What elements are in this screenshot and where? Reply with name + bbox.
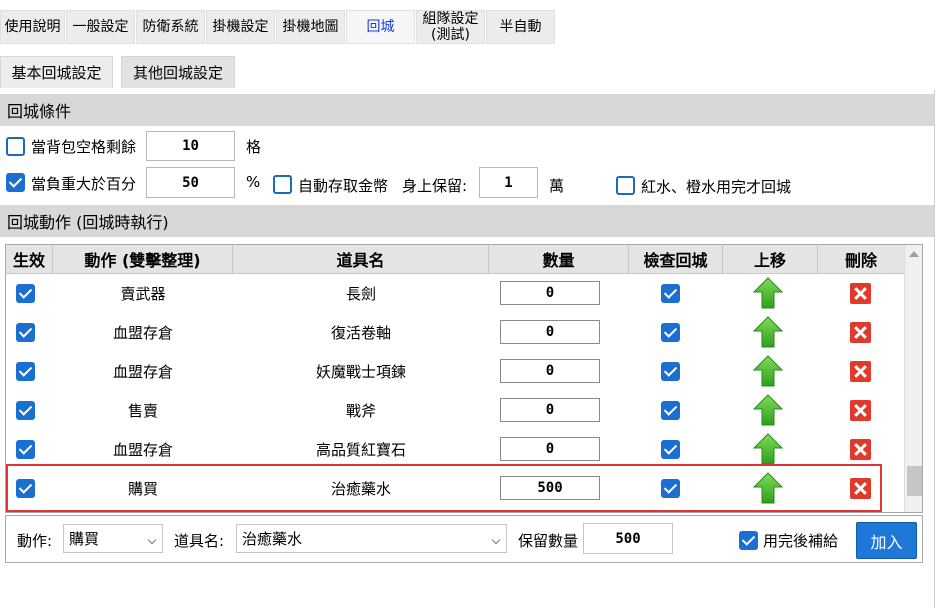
conditions-title: 回城條件 xyxy=(7,102,72,121)
auto-gold-checkbox[interactable] xyxy=(273,175,292,194)
bag-space-unit: 格 xyxy=(246,138,262,156)
actions-header: 回城動作 (回城時執行) xyxy=(0,205,934,237)
weight-checkbox[interactable] xyxy=(6,173,25,192)
move-up-arrow-icon[interactable] xyxy=(753,433,783,465)
col-check-return: 檢查回城 xyxy=(629,245,723,273)
move-up-arrow-icon[interactable] xyxy=(753,277,783,309)
bag-space-input[interactable]: 10 xyxy=(146,131,235,161)
weight-input[interactable]: 50 xyxy=(146,167,235,198)
col-enabled: 生效 xyxy=(6,245,53,273)
tab-afk-map[interactable]: 掛機地圖 xyxy=(276,10,345,44)
conditions-header: 回城條件 xyxy=(0,94,934,126)
move-up-arrow-icon[interactable] xyxy=(753,394,783,426)
subtab-basic-return[interactable]: 基本回城設定 xyxy=(0,56,113,88)
col-move-up: 上移 xyxy=(723,245,818,273)
delete-row-icon[interactable] xyxy=(850,322,871,343)
action-select[interactable]: 購買 xyxy=(63,524,163,553)
row-quantity-input[interactable]: 0 xyxy=(500,437,600,461)
keep-qty-label: 保留數量 xyxy=(518,532,579,550)
row-check-return-checkbox[interactable] xyxy=(661,401,680,420)
auto-gold-label: 自動存取金幣 xyxy=(298,177,389,195)
row-quantity-input[interactable]: 0 xyxy=(500,320,600,344)
weight-unit: % xyxy=(246,173,261,191)
subtab-other-return[interactable]: 其他回城設定 xyxy=(121,56,235,88)
delete-row-icon[interactable] xyxy=(850,283,871,304)
item-name-select-value: 治癒藥水 xyxy=(242,530,303,548)
row-check-return-checkbox[interactable] xyxy=(661,284,680,303)
table-row[interactable]: 血盟存倉 復活卷軸 0 xyxy=(6,313,904,352)
delete-row-icon[interactable] xyxy=(850,361,871,382)
col-quantity: 數量 xyxy=(489,245,629,273)
table-header: 生效 動作 (雙擊整理) 道具名 數量 檢查回城 上移 刪除 xyxy=(6,245,904,274)
row-item-name: 復活卷軸 xyxy=(330,324,391,342)
tab-general-settings[interactable]: 一般設定 xyxy=(66,10,135,44)
row-enabled-checkbox[interactable] xyxy=(16,284,35,303)
refill-checkbox[interactable] xyxy=(739,531,758,550)
bag-space-checkbox[interactable] xyxy=(6,137,25,156)
row-action: 售賣 xyxy=(127,402,158,420)
keep-qty-input[interactable]: 500 xyxy=(583,523,673,554)
move-up-arrow-icon[interactable] xyxy=(753,316,783,348)
selected-row-highlight xyxy=(6,464,882,512)
action-editor-panel: 動作: 購買 道具名: 治癒藥水 保留數量 500 用完後補給 加入 xyxy=(5,515,923,563)
add-button[interactable]: 加入 xyxy=(856,522,917,559)
bag-space-label: 當背包空格剩餘 xyxy=(31,138,137,156)
weight-label: 當負重大於百分 xyxy=(31,175,137,193)
potion-empty-checkbox[interactable] xyxy=(616,176,635,195)
row-enabled-checkbox[interactable] xyxy=(16,440,35,459)
main-tab-bar: 使用說明 一般設定 防衛系統 掛機設定 掛機地圖 回城 組隊設定 (測試) 半自… xyxy=(0,0,940,45)
table-row[interactable]: 賣武器 長劍 0 xyxy=(6,274,904,313)
row-enabled-checkbox[interactable] xyxy=(16,323,35,342)
chevron-down-icon xyxy=(147,535,157,545)
panel-border xyxy=(934,90,935,608)
chevron-down-icon xyxy=(491,535,501,545)
move-up-arrow-icon[interactable] xyxy=(753,355,783,387)
row-quantity-input[interactable]: 0 xyxy=(500,398,600,422)
row-check-return-checkbox[interactable] xyxy=(661,362,680,381)
row-check-return-checkbox[interactable] xyxy=(661,323,680,342)
tab-return-town[interactable]: 回城 xyxy=(346,10,415,44)
row-item-name: 妖魔戰士項鍊 xyxy=(315,363,406,381)
row-enabled-checkbox[interactable] xyxy=(16,401,35,420)
row-quantity-input[interactable]: 0 xyxy=(500,359,600,383)
action-label: 動作: xyxy=(17,532,53,550)
delete-row-icon[interactable] xyxy=(850,400,871,421)
keep-gold-unit: 萬 xyxy=(549,177,565,195)
keep-gold-input[interactable]: 1 xyxy=(479,167,538,198)
scroll-thumb[interactable] xyxy=(907,466,922,496)
row-action: 血盟存倉 xyxy=(112,363,173,381)
action-select-value: 購買 xyxy=(69,530,100,548)
tab-usage-guide[interactable]: 使用說明 xyxy=(0,10,65,44)
col-item-name: 道具名 xyxy=(233,245,489,273)
row-item-name: 戰斧 xyxy=(345,402,376,420)
row-item-name: 長劍 xyxy=(345,285,376,303)
row-check-return-checkbox[interactable] xyxy=(661,440,680,459)
row-action: 血盟存倉 xyxy=(112,324,173,342)
delete-row-icon[interactable] xyxy=(850,439,871,460)
table-row[interactable]: 售賣 戰斧 0 xyxy=(6,391,904,430)
tab-afk-settings[interactable]: 掛機設定 xyxy=(206,10,275,44)
actions-title: 回城動作 (回城時執行) xyxy=(7,213,169,232)
item-name-label: 道具名: xyxy=(174,532,225,550)
refill-label: 用完後補給 xyxy=(763,532,839,550)
row-quantity-input[interactable]: 0 xyxy=(500,281,600,305)
potion-empty-label: 紅水、橙水用完才回城 xyxy=(641,178,792,196)
scroll-up-icon[interactable] xyxy=(909,251,919,257)
col-delete: 刪除 xyxy=(844,251,877,270)
tab-party-settings[interactable]: 組隊設定 (測試) xyxy=(416,10,485,44)
item-name-select[interactable]: 治癒藥水 xyxy=(236,524,507,553)
tab-semi-auto[interactable]: 半自動 xyxy=(486,10,555,44)
keep-gold-label: 身上保留: xyxy=(402,177,468,195)
col-action: 動作 (雙擊整理) xyxy=(53,245,233,273)
table-scrollbar[interactable] xyxy=(904,245,922,512)
row-enabled-checkbox[interactable] xyxy=(16,362,35,381)
row-action: 賣武器 xyxy=(120,285,166,303)
table-row[interactable]: 血盟存倉 妖魔戰士項鍊 0 xyxy=(6,352,904,391)
tab-defense-system[interactable]: 防衛系統 xyxy=(136,10,205,44)
